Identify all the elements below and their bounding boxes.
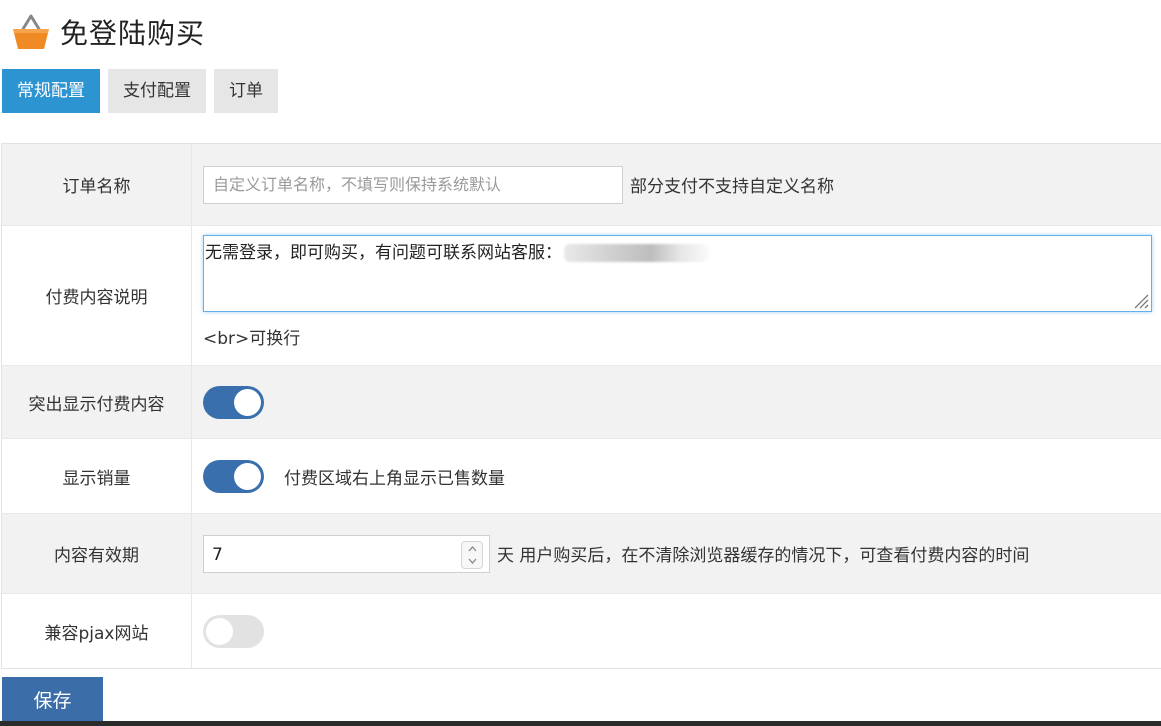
order-name-hint: 部分支付不支持自定义名称 [630,177,834,197]
line-break-note: <br>可换行 [203,329,301,349]
save-button[interactable]: 保存 [2,677,103,721]
highlight-paid-label: 突出显示付费内容 [2,366,192,438]
shopping-basket-icon [13,14,49,49]
validity-days-value: 7 [212,544,223,565]
row-paid-description: 付费内容说明 无需登录，即可购买，有问题可联系网站客服： <br>可换行 [2,226,1161,366]
pjax-compat-label: 兼容pjax网站 [2,594,192,668]
page-header: 免登陆购买 [10,10,205,54]
show-sales-toggle[interactable] [203,459,264,493]
validity-days-input[interactable]: 7 [203,534,490,573]
chevron-up-icon[interactable] [468,545,477,553]
highlight-paid-toggle[interactable] [203,385,264,419]
show-sales-hint: 付费区域右上角显示已售数量 [284,468,505,489]
tab-payment-config[interactable]: 支付配置 [108,69,206,113]
row-order-name: 订单名称 部分支付不支持自定义名称 [2,144,1161,226]
paid-description-label: 付费内容说明 [2,226,192,365]
row-content-validity: 内容有效期 7 天 用户购买后，在不清除浏览器缓存的情况下，可查看付费内容的时间 [2,514,1161,594]
content-validity-label: 内容有效期 [2,514,192,593]
order-name-label: 订单名称 [2,144,192,225]
tab-general-config[interactable]: 常规配置 [2,69,100,113]
paid-description-text: 无需登录，即可购买，有问题可联系网站客服： [205,243,562,263]
row-highlight-paid: 突出显示付费内容 [2,366,1161,439]
tab-bar: 常规配置 支付配置 订单 [2,69,286,113]
paid-description-textarea[interactable]: 无需登录，即可购买，有问题可联系网站客服： [203,235,1152,312]
page-title: 免登陆购买 [60,17,206,50]
settings-form: 订单名称 部分支付不支持自定义名称 付费内容说明 无需登录，即可购买，有问题可联… [1,143,1161,669]
row-show-sales: 显示销量 付费区域右上角显示已售数量 [2,439,1161,514]
show-sales-label: 显示销量 [2,439,192,513]
resize-grip-icon[interactable] [1131,291,1149,309]
order-name-input[interactable] [203,165,623,204]
row-pjax-compat: 兼容pjax网站 [2,594,1161,668]
redacted-contact [564,244,709,262]
chevron-down-icon[interactable] [468,557,477,565]
validity-hint: 天 用户购买后，在不清除浏览器缓存的情况下，可查看付费内容的时间 [497,546,1030,566]
tab-orders[interactable]: 订单 [214,69,278,113]
toggle-knob [234,388,261,416]
bottom-edge [0,721,1161,726]
number-spinner[interactable] [461,540,483,569]
toggle-knob [234,462,261,490]
pjax-compat-toggle[interactable] [203,614,264,648]
toggle-knob [206,617,233,645]
